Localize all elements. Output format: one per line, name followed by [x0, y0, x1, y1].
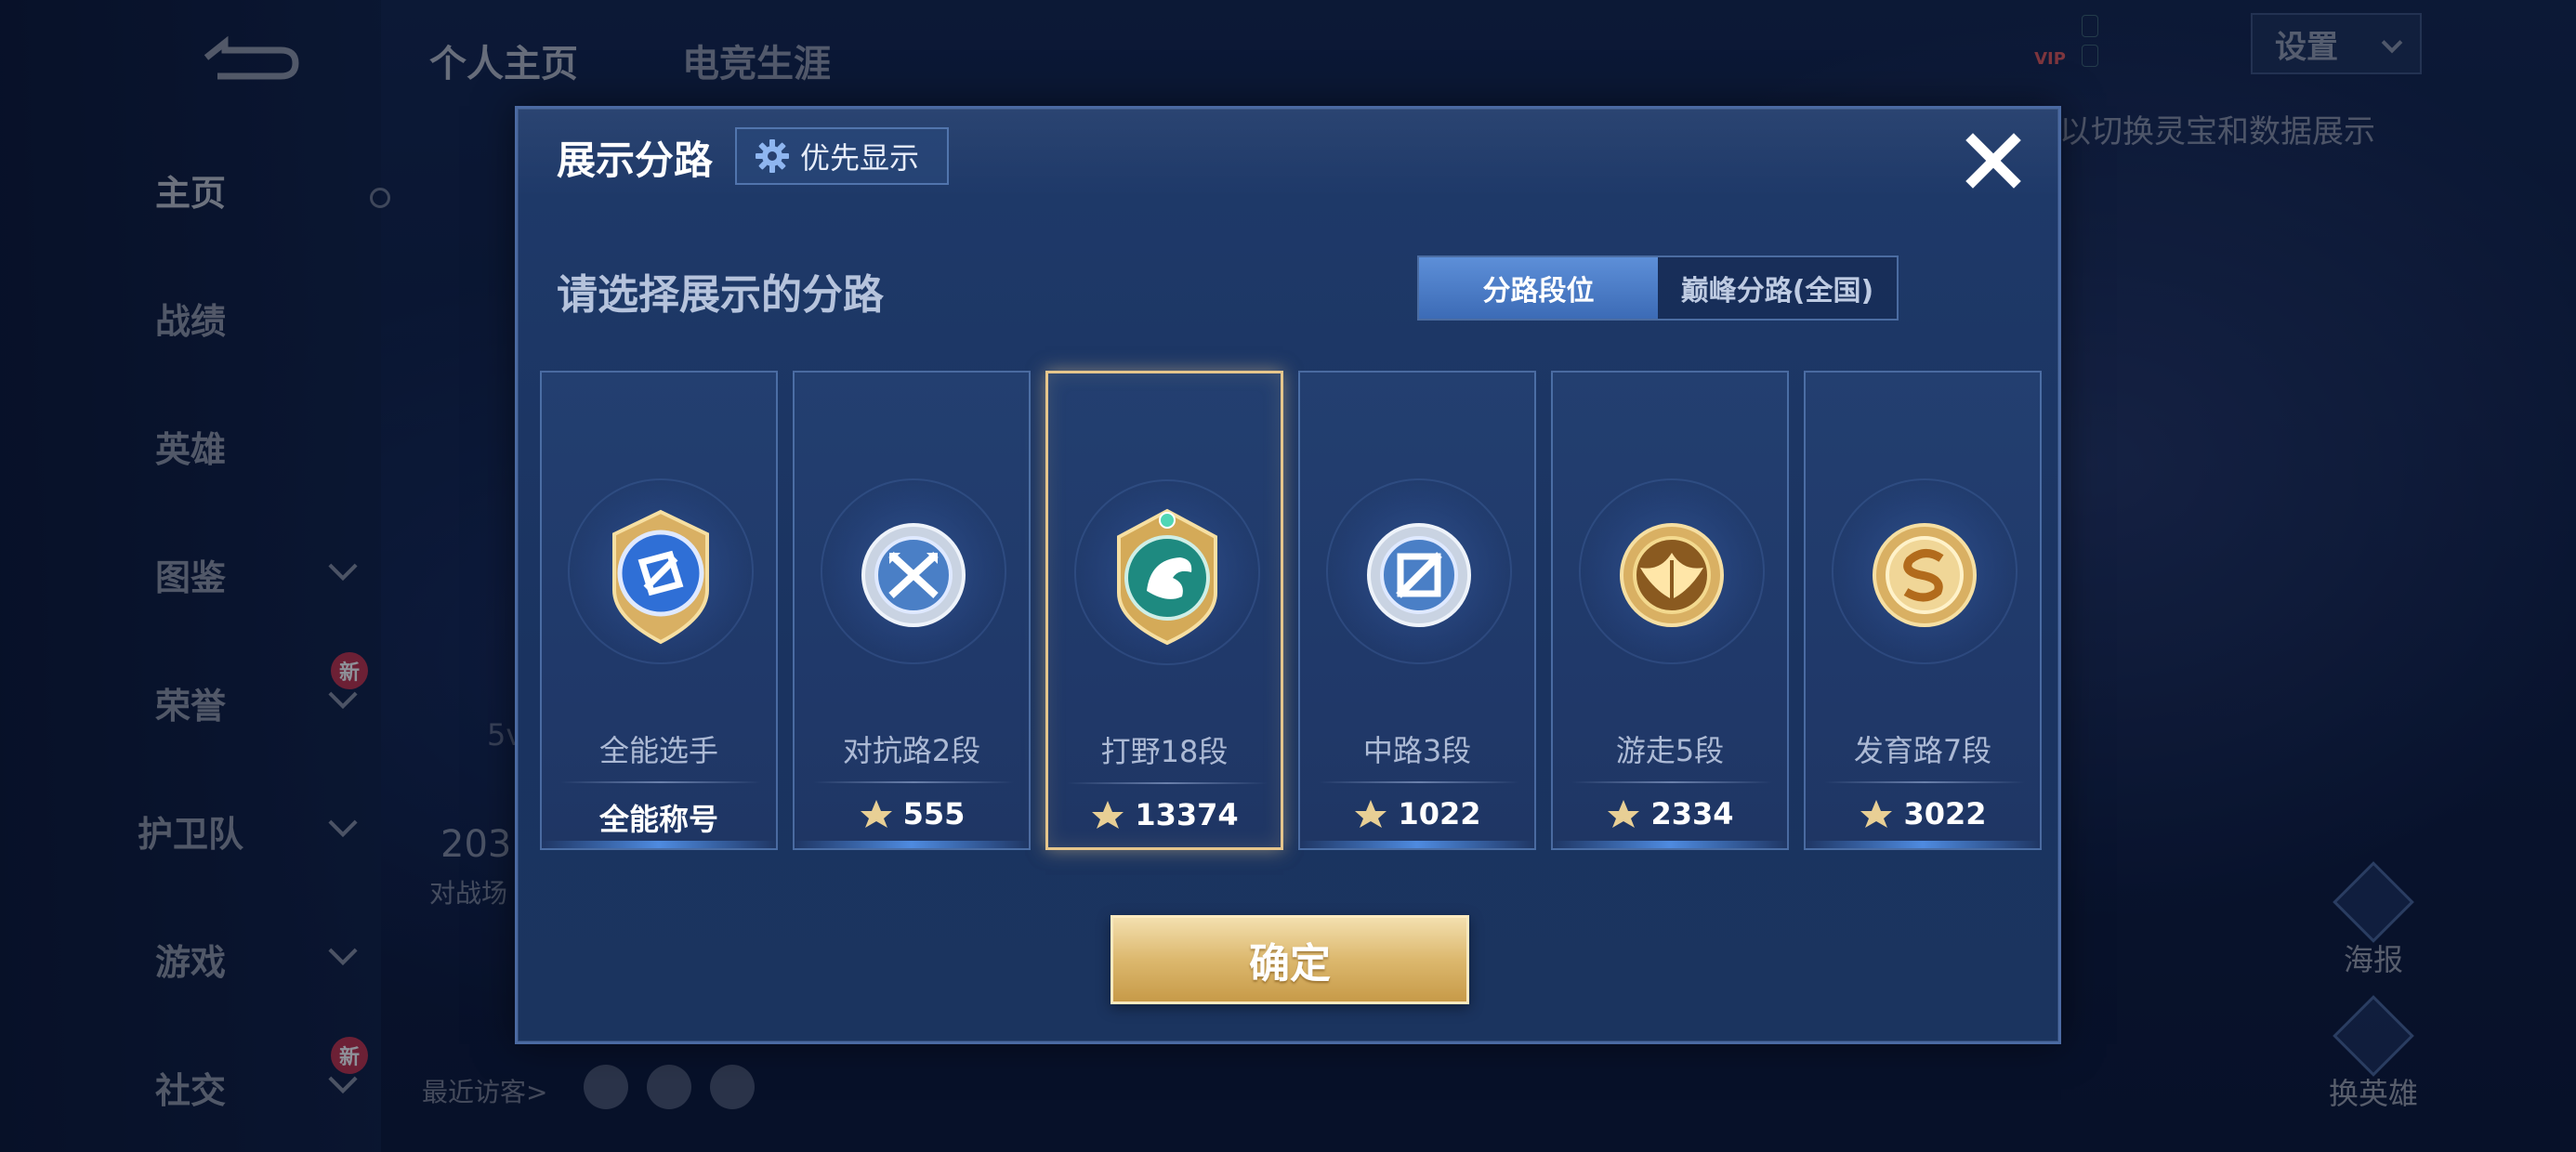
lane-value: 3022 [1903, 796, 1987, 831]
rank-score-icon [1608, 800, 1640, 828]
priority-display-button[interactable]: 优先显示 [735, 127, 949, 185]
card-glow [1806, 841, 2040, 848]
dialog-title: 展示分路 [557, 137, 714, 183]
lane-value-row: 13374 [1048, 797, 1281, 832]
lane-value-row: 1022 [1300, 796, 1534, 831]
lane-name: 打野18段 [1100, 734, 1229, 769]
display-mode-toggle: 分路段位 巅峰分路(全国) [1417, 255, 1899, 321]
lane-value: 13374 [1135, 797, 1239, 832]
tab-lane-rank[interactable]: 分路段位 [1419, 257, 1658, 319]
rank-score-icon [1355, 800, 1387, 828]
lane-card-mid[interactable]: 中路3段 1022 [1298, 371, 1536, 850]
jungle-emblem-icon [1117, 508, 1217, 646]
lane-card-clash[interactable]: 对抗路2段 555 [793, 371, 1031, 850]
close-icon [1965, 133, 2021, 189]
card-glow [795, 841, 1029, 848]
rank-score-icon [1860, 800, 1893, 828]
lane-name: 发育路7段 [1853, 733, 1992, 768]
tab-peak-lane[interactable]: 巅峰分路(全国) [1658, 257, 1897, 319]
rank-score-icon [1092, 801, 1124, 829]
card-glow [542, 841, 776, 848]
lane-value: 555 [902, 796, 966, 831]
lane-name: 全能选手 [598, 733, 718, 768]
lane-value: 1022 [1398, 796, 1481, 831]
lane-value-row: 2334 [1553, 796, 1787, 831]
lane-name: 对抗路2段 [842, 733, 981, 768]
close-button[interactable] [1956, 124, 2031, 198]
lane-card-farm[interactable]: 发育路7段 3022 [1804, 371, 2042, 850]
card-divider [1824, 781, 2025, 783]
mid-lane-emblem-icon [1367, 523, 1471, 627]
lane-card-roam[interactable]: 游走5段 2334 [1551, 371, 1789, 850]
card-divider [1319, 781, 1519, 783]
card-glow [1300, 841, 1534, 848]
card-divider [560, 781, 761, 783]
lane-card-list: 全能选手 全能称号 对抗路2段 555 打野18段 13374 中路3段 102… [540, 371, 2042, 854]
roam-emblem-icon [1620, 523, 1724, 627]
lane-value-row: 555 [795, 796, 1029, 831]
lane-display-dialog: 展示分路 优先显示 请选择展示的分路 分路段位 巅峰分路(全国) 全能选手 全能… [515, 106, 2061, 1044]
card-glow [1553, 841, 1787, 848]
card-divider [1067, 782, 1268, 784]
lane-name: 中路3段 [1362, 733, 1472, 768]
gear-icon [756, 139, 789, 173]
dialog-subtitle: 请选择展示的分路 [557, 271, 884, 319]
lane-value-row: 3022 [1806, 796, 2040, 831]
confirm-button[interactable]: 确定 [1111, 915, 1469, 1004]
all-round-emblem-icon [612, 509, 709, 645]
clash-lane-emblem-icon [861, 523, 966, 627]
priority-label: 优先显示 [800, 140, 920, 176]
lane-card-jungle[interactable]: 打野18段 13374 [1045, 371, 1283, 850]
lane-value-row: 全能称号 [542, 796, 776, 839]
card-divider [813, 781, 1014, 783]
lane-value: 全能称号 [598, 802, 718, 837]
lane-value: 2334 [1650, 796, 1734, 831]
lane-name: 游走5段 [1615, 733, 1725, 768]
card-divider [1571, 781, 1772, 783]
lane-card-all-round[interactable]: 全能选手 全能称号 [540, 371, 778, 850]
rank-score-icon [860, 800, 892, 828]
farm-lane-emblem-icon [1873, 523, 1977, 627]
